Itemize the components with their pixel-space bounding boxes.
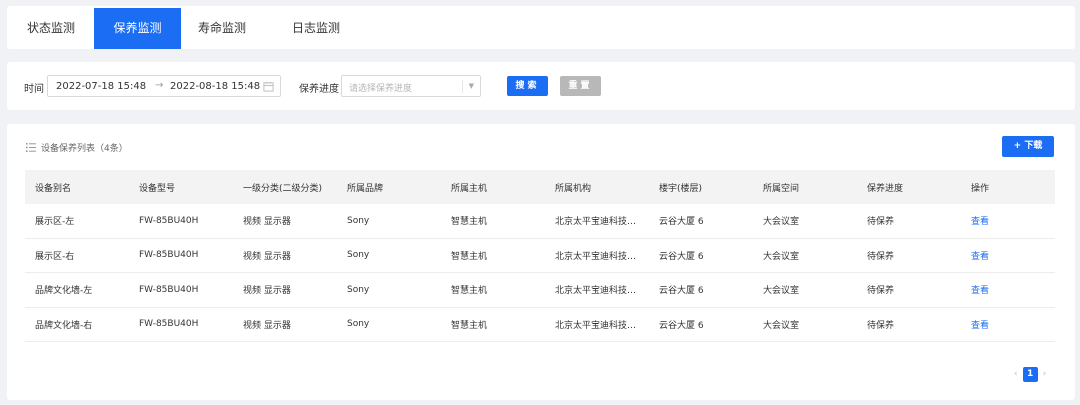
reset-button[interactable]: 重置 — [560, 76, 601, 96]
date-range-arrow: → — [155, 80, 164, 91]
cell-category: 视频 显示器 — [243, 320, 291, 331]
col-header-building: 楼宇(楼层) — [659, 183, 703, 194]
list-title: 设备保养列表（4条） — [41, 144, 128, 154]
cell-progress: 待保养 — [867, 251, 895, 262]
maintenance-list-card: 设备保养列表（4条） + 下载 设备别名 设备型号 一级分类(二级分类) 所属品… — [7, 124, 1075, 400]
view-link[interactable]: 查看 — [971, 273, 989, 307]
cell-org: 北京太平宝迪科技… — [555, 251, 637, 262]
maintenance-table: 设备别名 设备型号 一级分类(二级分类) 所属品牌 所属主机 所属机构 楼宇(楼… — [25, 170, 1055, 342]
table-row: 品牌文化墙-右 FW-85BU40H 视频 显示器 Sony 智慧主机 北京太平… — [25, 308, 1055, 342]
list-icon — [26, 143, 36, 152]
cell-progress: 待保养 — [867, 320, 895, 331]
col-header-brand: 所属品牌 — [347, 183, 384, 194]
cell-model: FW-85BU40H — [139, 250, 199, 261]
page-1-button[interactable]: 1 — [1022, 366, 1038, 382]
cell-category: 视频 显示器 — [243, 251, 291, 262]
col-header-org: 所属机构 — [555, 183, 592, 194]
cell-brand: Sony — [347, 319, 370, 330]
col-header-progress: 保养进度 — [867, 183, 904, 194]
cell-space: 大会议室 — [763, 286, 800, 297]
table-row: 展示区-左 FW-85BU40H 视频 显示器 Sony 智慧主机 北京太平宝迪… — [25, 204, 1055, 239]
pagination: ‹ 1 › — [1014, 366, 1046, 382]
progress-label: 保养进度 — [299, 84, 339, 95]
cell-building: 云谷大厦 6 — [659, 251, 704, 262]
cell-host: 智慧主机 — [451, 286, 488, 297]
col-header-model: 设备型号 — [139, 183, 176, 194]
view-link[interactable]: 查看 — [971, 204, 989, 238]
tab-log-monitor[interactable]: 日志监测 — [279, 8, 353, 49]
download-button[interactable]: + 下载 — [1002, 136, 1054, 157]
cell-host: 智慧主机 — [451, 320, 488, 331]
tab-bar: 状态监测 保养监测 寿命监测 日志监测 — [7, 6, 1075, 49]
cell-progress: 待保养 — [867, 217, 895, 228]
time-label: 时间 — [24, 84, 44, 95]
col-header-category: 一级分类(二级分类) — [243, 183, 323, 194]
cell-category: 视频 显示器 — [243, 286, 291, 297]
cell-alias: 品牌文化墙-右 — [35, 320, 93, 331]
filter-bar: 时间 2022-07-18 15:48 → 2022-08-18 15:48 保… — [7, 62, 1075, 110]
cell-alias: 展示区-右 — [35, 251, 75, 262]
cell-alias: 品牌文化墙-左 — [35, 286, 93, 297]
table-row: 展示区-右 FW-85BU40H 视频 显示器 Sony 智慧主机 北京太平宝迪… — [25, 239, 1055, 273]
cell-brand: Sony — [347, 215, 370, 226]
search-button[interactable]: 搜索 — [507, 76, 548, 96]
cell-space: 大会议室 — [763, 320, 800, 331]
cell-alias: 展示区-左 — [35, 217, 75, 228]
view-link[interactable]: 查看 — [971, 308, 989, 342]
list-header: 设备保养列表（4条） — [26, 141, 128, 154]
table-header: 设备别名 设备型号 一级分类(二级分类) 所属品牌 所属主机 所属机构 楼宇(楼… — [25, 170, 1055, 204]
date-start-input[interactable]: 2022-07-18 15:48 — [56, 81, 146, 92]
cell-building: 云谷大厦 6 — [659, 286, 704, 297]
cell-host: 智慧主机 — [451, 251, 488, 262]
cell-building: 云谷大厦 6 — [659, 320, 704, 331]
cell-org: 北京太平宝迪科技… — [555, 217, 637, 228]
tab-maintenance-monitor[interactable]: 保养监测 — [94, 8, 181, 49]
cell-model: FW-85BU40H — [139, 215, 199, 226]
cell-brand: Sony — [347, 284, 370, 295]
next-page-button[interactable]: › — [1043, 369, 1047, 379]
cell-org: 北京太平宝迪科技… — [555, 286, 637, 297]
tab-status-monitor[interactable]: 状态监测 — [11, 8, 91, 49]
cell-building: 云谷大厦 6 — [659, 217, 704, 228]
cell-model: FW-85BU40H — [139, 319, 199, 330]
col-header-action: 操作 — [971, 183, 990, 194]
cell-host: 智慧主机 — [451, 217, 488, 228]
prev-page-button[interactable]: ‹ — [1014, 369, 1018, 379]
chevron-down-icon[interactable]: ▼ — [469, 82, 474, 90]
tab-lifespan-monitor[interactable]: 寿命监测 — [185, 8, 259, 49]
cell-space: 大会议室 — [763, 217, 800, 228]
progress-select-placeholder: 请选择保养进度 — [349, 84, 413, 94]
col-header-space: 所属空间 — [763, 183, 800, 194]
calendar-icon[interactable] — [263, 81, 274, 92]
cell-org: 北京太平宝迪科技… — [555, 320, 637, 331]
date-end-input[interactable]: 2022-08-18 15:48 — [170, 81, 260, 92]
table-row: 品牌文化墙-左 FW-85BU40H 视频 显示器 Sony 智慧主机 北京太平… — [25, 273, 1055, 308]
col-header-host: 所属主机 — [451, 183, 488, 194]
cell-category: 视频 显示器 — [243, 217, 291, 228]
cell-progress: 待保养 — [867, 286, 895, 297]
date-range-picker[interactable]: 2022-07-18 15:48 → 2022-08-18 15:48 — [47, 75, 281, 97]
cell-brand: Sony — [347, 250, 370, 261]
progress-select[interactable]: 请选择保养进度 ▼ — [341, 75, 481, 97]
select-divider — [462, 80, 463, 93]
cell-space: 大会议室 — [763, 251, 800, 262]
cell-model: FW-85BU40H — [139, 284, 199, 295]
view-link[interactable]: 查看 — [971, 239, 989, 273]
col-header-alias: 设备别名 — [35, 183, 72, 194]
